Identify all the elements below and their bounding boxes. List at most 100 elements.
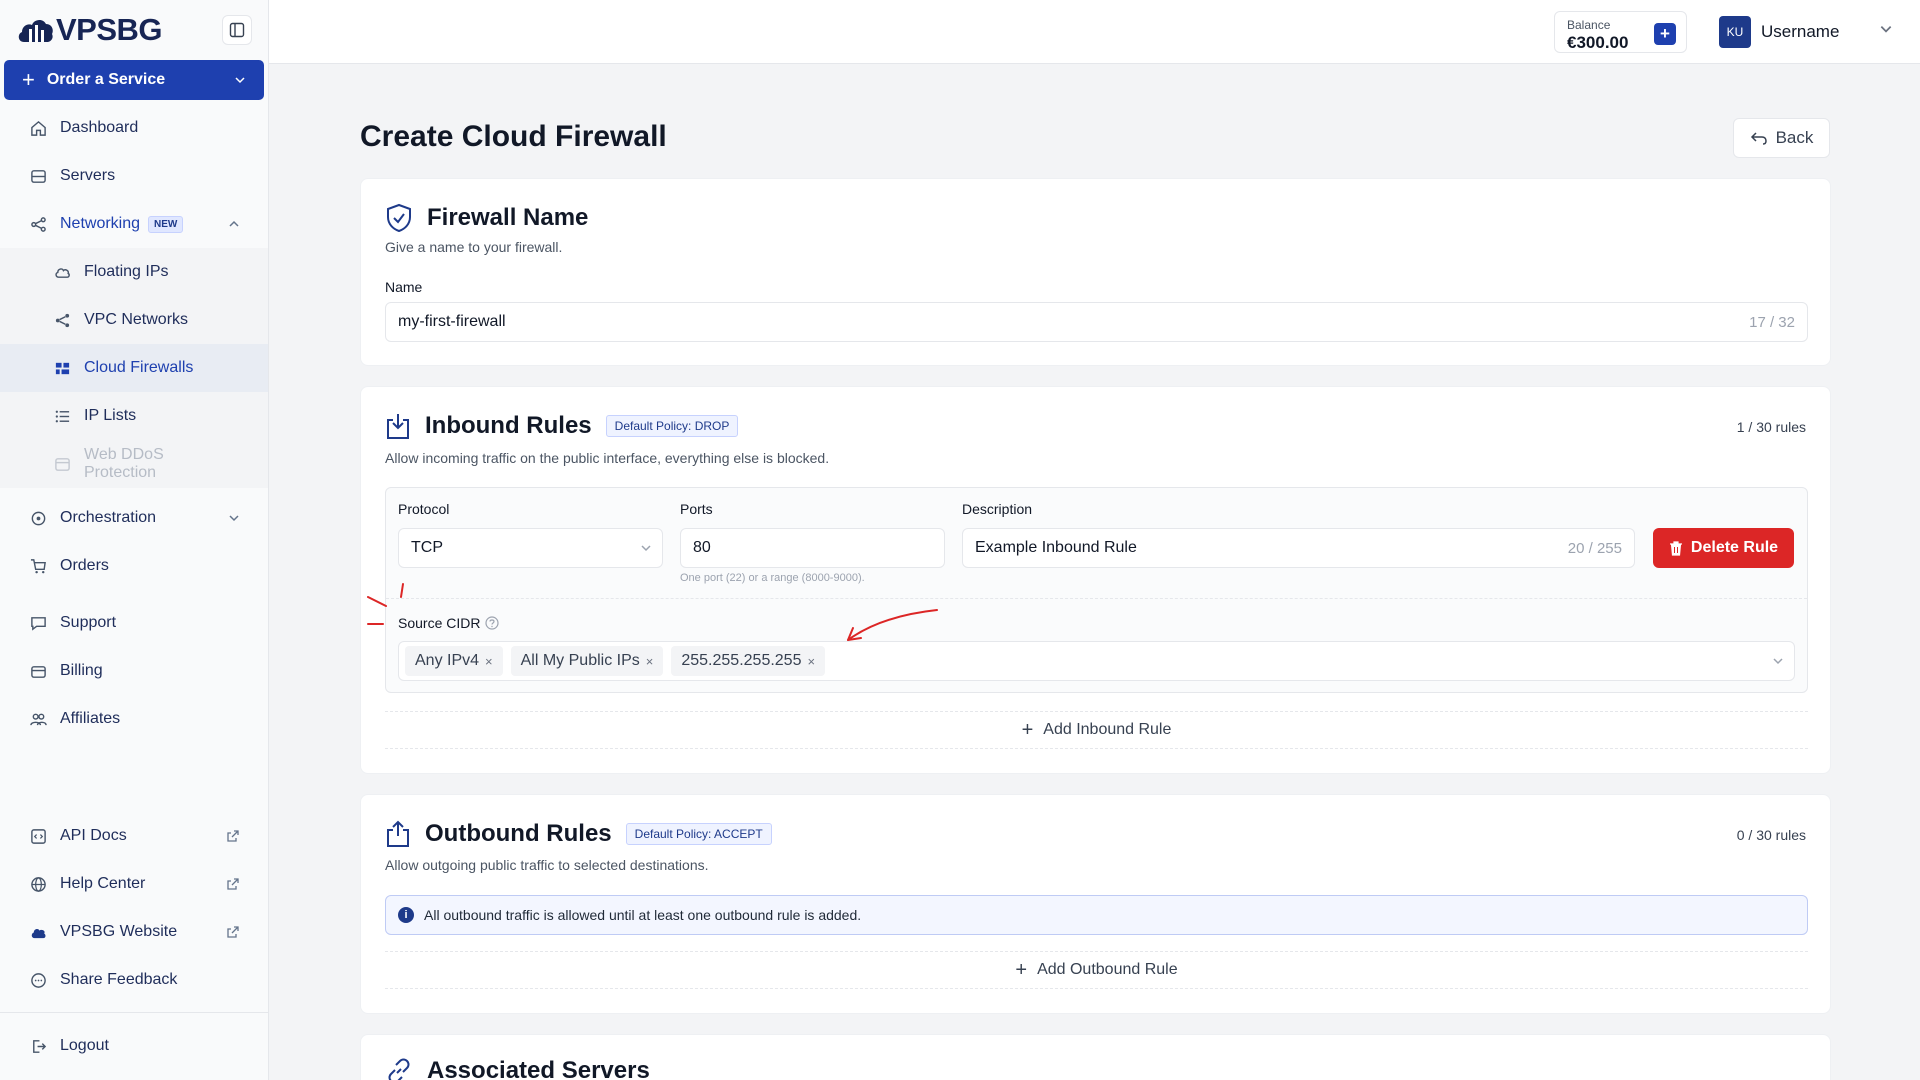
remove-chip-icon[interactable]: × (485, 654, 493, 669)
cloud-icon (52, 262, 72, 282)
order-service-button[interactable]: + Order a Service (4, 60, 264, 100)
sidebar-item-label: Support (60, 614, 117, 631)
sidebar-item-affiliates[interactable]: Affiliates (0, 695, 268, 743)
sidebar-item-vpsbg-website[interactable]: VPSBG Website (0, 908, 268, 956)
avatar: KU (1719, 16, 1751, 48)
sidebar-item-floating-ips[interactable]: Floating IPs (0, 248, 268, 296)
code-icon (28, 826, 48, 846)
sidebar-divider (0, 1012, 268, 1013)
rule-divider (386, 598, 1807, 599)
chevron-down-icon (641, 545, 651, 552)
sidebar-item-cloud-firewalls[interactable]: Cloud Firewalls (0, 344, 268, 392)
sidebar-item-networking[interactable]: Networking NEW (0, 200, 268, 248)
sidebar-item-help-center[interactable]: Help Center (0, 860, 268, 908)
firewall-name-card: Firewall Name Give a name to your firewa… (360, 178, 1831, 366)
sidebar-item-vpc-networks[interactable]: VPC Networks (0, 296, 268, 344)
brand-logo[interactable]: VPSBG (16, 12, 163, 48)
chevron-down-icon[interactable] (1879, 22, 1893, 36)
username: Username (1761, 22, 1840, 41)
back-button[interactable]: Back (1733, 118, 1830, 158)
plus-icon: + (1015, 958, 1028, 981)
sidebar-item-label: Affiliates (60, 710, 121, 727)
source-cidr-multiselect[interactable]: Any IPv4 × All My Public IPs × 255.255.2… (398, 641, 1795, 681)
plus-icon: + (22, 67, 35, 92)
add-outbound-label: Add Outbound Rule (1037, 961, 1178, 978)
sidebar-item-label: Dashboard (60, 119, 139, 136)
cloud-icon (28, 922, 48, 942)
orchestration-icon (28, 508, 48, 528)
share-icon (28, 214, 48, 234)
sidebar-item-orders[interactable]: Orders (0, 542, 268, 590)
add-funds-button[interactable]: + (1654, 23, 1676, 45)
delete-rule-button[interactable]: Delete Rule (1653, 528, 1794, 568)
card-title: Firewall Name (427, 204, 589, 231)
add-inbound-rule-button[interactable]: + Add Inbound Rule (385, 711, 1808, 749)
users-icon (28, 709, 48, 729)
description-input[interactable]: Example Inbound Rule 20 / 255 (962, 528, 1635, 568)
protocol-select[interactable]: TCP (398, 528, 663, 568)
logout-label: Logout (60, 1037, 109, 1054)
sidebar-collapse-button[interactable] (222, 15, 252, 45)
firewall-name-input[interactable]: my-first-firewall 17 / 32 (385, 302, 1808, 342)
source-cidr-text: Source CIDR (398, 615, 481, 631)
sidebar-item-label: Web DDoS Protection (84, 446, 164, 481)
link-icon (388, 1058, 410, 1080)
footer-nav: API Docs Help Center VPSBG Website Share… (0, 812, 268, 1004)
sidebar-item-label: VPC Networks (84, 311, 189, 328)
sidebar-item-billing[interactable]: Billing (0, 647, 268, 695)
remove-chip-icon[interactable]: × (807, 654, 815, 669)
home-icon (28, 118, 48, 138)
sidebar-item-label: Orders (60, 557, 109, 574)
associated-servers-card: Associated Servers (360, 1034, 1831, 1080)
inbound-rules-card: Inbound Rules Default Policy: DROP 1 / 3… (360, 386, 1831, 774)
sidebar-item-share-feedback[interactable]: Share Feedback (0, 956, 268, 1004)
page-title: Create Cloud Firewall (360, 120, 667, 153)
sidebar-item-dashboard[interactable]: Dashboard (0, 104, 268, 152)
cidr-chip: Any IPv4 × (405, 646, 503, 676)
logout-button[interactable]: Logout (0, 1022, 268, 1070)
ports-input[interactable]: 80 (680, 528, 945, 568)
rules-count: 1 / 30 rules (1736, 419, 1806, 435)
sidebar-item-api-docs[interactable]: API Docs (0, 812, 268, 860)
add-outbound-rule-button[interactable]: + Add Outbound Rule (385, 951, 1808, 989)
cidr-chip-label: All My Public IPs (520, 652, 640, 669)
card-title: Inbound Rules (425, 412, 592, 439)
help-circle-icon[interactable] (485, 616, 500, 630)
sidebar-item-support[interactable]: Support (0, 599, 268, 647)
sidebar-item-web-ddos-protection: Web DDoS Protection (0, 440, 268, 488)
sidebar-item-label: Orchestration (60, 509, 157, 526)
sidebar-item-servers[interactable]: Servers (0, 152, 268, 200)
ports-label: Ports (680, 501, 713, 517)
sidebar-item-label: Networking (60, 215, 141, 232)
chevron-up-icon (229, 220, 239, 227)
cidr-chip: All My Public IPs × (510, 646, 664, 676)
outbound-info-alert: i All outbound traffic is allowed until … (385, 895, 1808, 935)
rules-count: 0 / 30 rules (1736, 827, 1806, 843)
external-link-icon (227, 830, 239, 842)
logout-icon (28, 1036, 48, 1056)
logo-row: VPSBG (0, 0, 268, 60)
share-icon (52, 310, 72, 330)
download-tray-icon (387, 414, 409, 439)
wallet-icon (28, 661, 48, 681)
brand-name: VPSBG (56, 12, 163, 47)
plus-icon: + (1021, 718, 1034, 741)
globe-icon (28, 874, 48, 894)
chat-icon (28, 613, 48, 633)
info-text: All outbound traffic is allowed until at… (424, 907, 862, 923)
sidebar-toggle-icon (229, 22, 245, 38)
new-badge: NEW (148, 215, 184, 233)
card-title: Outbound Rules (425, 820, 612, 847)
sidebar-item-label: Share Feedback (60, 971, 178, 988)
sidebar: VPSBG + Order a Service Dashboard Server… (0, 0, 269, 1080)
protocol-value: TCP (411, 539, 443, 556)
user-menu[interactable]: KU Username (1719, 16, 1839, 48)
card-subtitle: Allow incoming traffic on the public int… (385, 450, 830, 466)
remove-chip-icon[interactable]: × (646, 654, 654, 669)
sidebar-item-ip-lists[interactable]: IP Lists (0, 392, 268, 440)
external-link-icon (227, 878, 239, 890)
sidebar-item-label: VPSBG Website (60, 923, 178, 940)
shield-check-icon (387, 203, 411, 233)
sidebar-item-orchestration[interactable]: Orchestration (0, 494, 268, 542)
inbound-rule: Protocol TCP Ports 80 One port (22) or a… (385, 487, 1808, 693)
